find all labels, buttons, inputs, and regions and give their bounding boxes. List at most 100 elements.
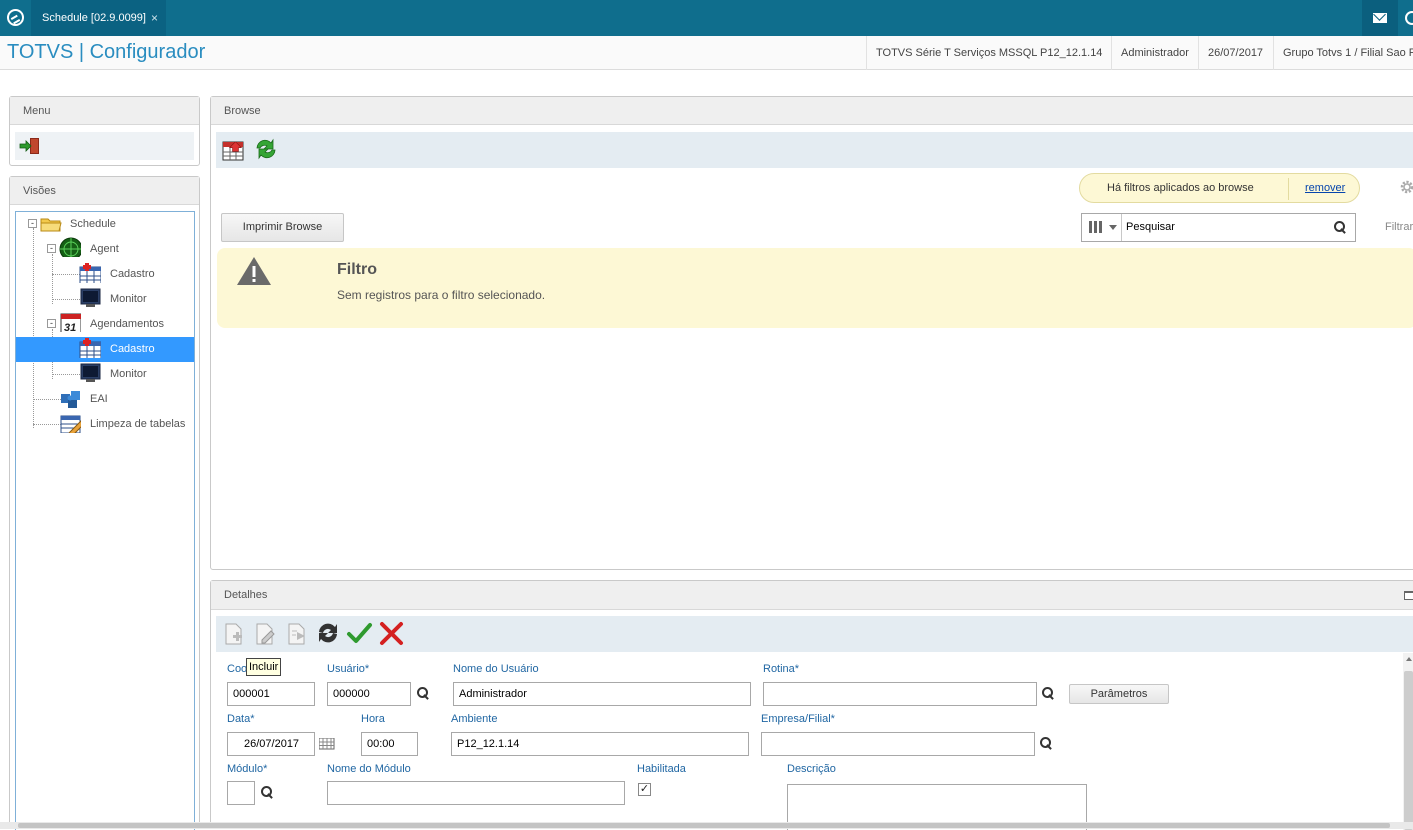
table-icon [79,263,101,283]
exit-icon[interactable] [19,137,41,155]
tree-item-agent[interactable]: Agent [90,243,119,255]
details-toolbar [216,616,1413,652]
alert-message: Sem registros para o filtro selecionado. [337,288,546,302]
collapse-agendamentos-toggle[interactable]: - [47,319,56,328]
menu-title: Menu [10,97,199,125]
routine-label: Rotina* [763,663,800,675]
mail-button[interactable] [1362,0,1398,36]
company-input[interactable] [761,732,1035,756]
browse-title: Browse [211,97,1413,125]
date-input[interactable]: 26/07/2017 [227,732,315,756]
code-label: Coo [227,663,248,675]
user-name-label: Nome do Usuário [453,663,539,675]
views-panel: Visões - Schedule - Agent Cadastro Monit… [9,176,200,830]
app-header: TOTVS | Configurador TOTVS Série T Servi… [0,36,1413,70]
code-input[interactable]: 000001 [227,682,315,706]
tree-item-agendamentos[interactable]: Agendamentos [90,318,164,330]
browse-panel: Browse Há filtros aplicados ao browse re… [210,96,1413,570]
user-input[interactable]: 000000 [327,682,411,706]
details-vertical-scrollbar[interactable] [1403,653,1413,830]
filter-alert: Filtro Sem registros para o filtro selec… [217,248,1413,328]
tree-item-agent-monitor[interactable]: Monitor [110,293,147,305]
calendar-icon: 31 [60,313,81,332]
totvs-logo-icon[interactable] [7,9,24,26]
routine-lookup-icon[interactable] [1042,687,1055,700]
tree-item-schedule[interactable]: Schedule [70,218,116,230]
confirm-check-icon[interactable] [346,621,374,647]
svg-text:31: 31 [64,322,76,332]
user-info: Administrador [1111,36,1198,70]
browse-toolbar [216,132,1413,168]
environment-label: Ambiente [451,713,498,725]
views-title: Visões [10,177,199,205]
maximize-icon[interactable] [1404,591,1413,600]
copy-record-icon[interactable] [285,622,309,646]
calendar-picker-icon[interactable] [319,738,335,750]
tree-item-eai[interactable]: EAI [90,393,108,405]
menu-toolbar [15,132,194,160]
environment-info: TOTVS Série T Serviços MSSQL P12_12.1.14 [866,36,1111,70]
tree-item-agendamentos-cadastro[interactable]: Cadastro [110,343,155,355]
company-lookup-icon[interactable] [1040,737,1053,750]
user-label: Usuário* [327,663,370,675]
tab-close-icon[interactable]: × [151,0,158,36]
routine-input[interactable] [763,682,1037,706]
date-label: Data* [227,713,255,725]
puzzle-icon [61,391,80,408]
remove-filter-link[interactable]: remover [1305,182,1345,194]
time-label: Hora [361,713,385,725]
search-box [1081,213,1356,242]
tab-schedule[interactable]: Schedule [02.9.0099] × [31,0,166,36]
tree-selection-highlight [16,337,194,362]
collapse-agent-toggle[interactable]: - [47,244,56,253]
app-title: TOTVS | Configurador [7,41,206,63]
time-input[interactable]: 00:00 [361,732,418,756]
alert-title: Filtro [337,261,377,278]
description-label: Descrição [787,763,836,775]
module-label: Módulo* [227,763,268,775]
refresh-icon[interactable] [253,136,279,162]
search-input[interactable] [1126,217,1316,237]
user-lookup-icon[interactable] [417,687,430,700]
folder-icon [40,218,62,232]
table-icon [79,338,101,358]
tree-item-limpeza[interactable]: Limpeza de tabelas [90,418,185,430]
filter-notice-text: Há filtros aplicados ao browse [1107,182,1254,194]
filter-notice: Há filtros aplicados ao browse remover [1079,173,1360,203]
include-tooltip: Incluir [246,658,282,676]
page-horizontal-scrollbar[interactable] [0,822,1413,829]
tree-item-agent-cadastro[interactable]: Cadastro [110,268,155,280]
module-lookup-icon[interactable] [261,786,274,799]
environment-input[interactable]: P12_12.1.14 [451,732,749,756]
cancel-x-icon[interactable] [378,620,406,648]
date-info: 26/07/2017 [1198,36,1272,70]
reload-icon[interactable] [315,620,341,646]
edit-record-icon[interactable] [253,622,277,646]
monitor-icon [80,288,101,307]
column-selector-dropdown[interactable] [1082,214,1122,241]
parameters-button[interactable]: Parâmetros [1069,684,1169,704]
gear-icon[interactable] [1399,179,1413,195]
module-input[interactable] [227,781,255,805]
company-info: Grupo Totvs 1 / Filial Sao Pa [1273,36,1413,70]
search-icon[interactable] [1334,221,1347,234]
help-icon[interactable] [1405,11,1413,25]
enabled-checkbox[interactable]: ✓ [638,783,651,796]
module-name-label: Nome do Módulo [327,763,411,775]
menu-panel: Menu [9,96,200,166]
enabled-label: Habilitada [637,763,686,775]
company-label: Empresa/Filial* [761,713,835,725]
module-name-input[interactable] [327,781,625,805]
add-record-icon[interactable] [222,622,246,646]
window-titlebar: Schedule [02.9.0099] × [0,0,1413,36]
user-name-input[interactable]: Administrador [453,682,751,706]
collapse-schedule-toggle[interactable]: - [28,219,37,228]
warning-icon [237,257,271,285]
details-title: Detalhes [211,581,1413,610]
tree-item-agendamentos-monitor[interactable]: Monitor [110,368,147,380]
export-table-icon[interactable] [221,137,247,163]
views-tree: - Schedule - Agent Cadastro Monitor - 31… [15,211,195,830]
filter-button[interactable]: Filtrar [1385,221,1413,233]
print-browse-button[interactable]: Imprimir Browse [221,213,344,242]
radar-icon [59,237,81,257]
